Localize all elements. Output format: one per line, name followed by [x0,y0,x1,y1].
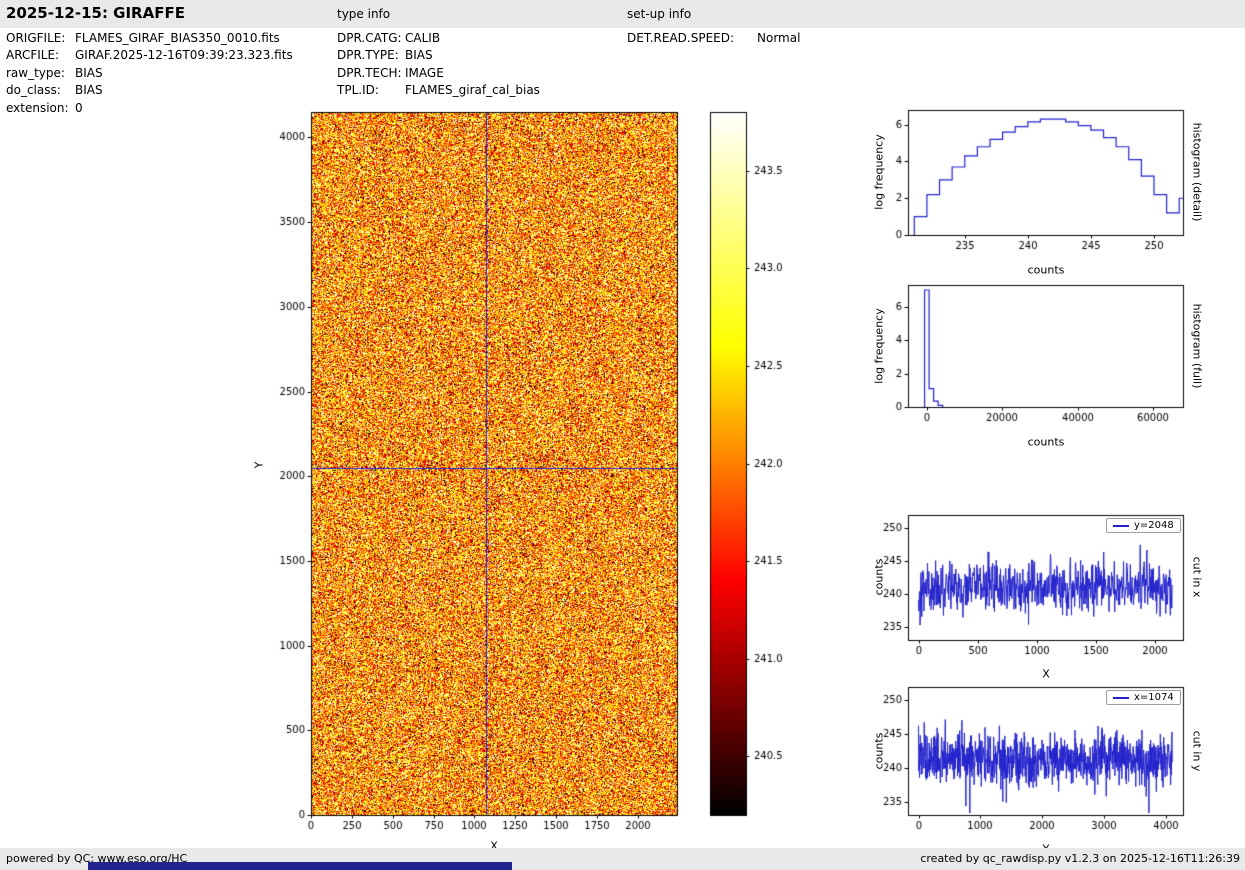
hist-full-y-label: log frequency [872,308,886,384]
cut-in-x-canvas [860,510,1245,685]
type-info-row: DPR.CATG: CALIB [337,31,622,48]
page-title: 2025-12-15: GIRAFFE [6,4,185,22]
file-info-row: do_class: BIAS [6,83,331,100]
type-info-row: TPL.ID: FLAMES_giraf_cal_bias [337,83,622,100]
field-label: DPR.TECH: [337,65,402,80]
field-label: do_class: [6,83,61,98]
field-label: DPR.CATG: [337,31,402,45]
cut-x-y-label: counts [872,558,886,596]
field-label: ORIGFILE: [6,31,66,45]
field-value: FLAMES_giraf_cal_bias [405,83,540,98]
type-info-header: type info [337,7,391,21]
header-bar: 2025-12-15: GIRAFFE type info set-up inf… [0,0,1245,28]
histogram-detail-canvas [860,105,1245,285]
field-label: TPL.ID: [337,83,379,98]
field-label: DET.READ.SPEED: [627,31,735,45]
file-info-row: raw_type: BIAS [6,66,331,83]
field-value: CALIB [405,31,441,45]
hist-detail-x-label: counts [1027,263,1065,277]
setup-info-row: DET.READ.SPEED: Normal [627,31,927,48]
legend-line-sample [1113,696,1129,699]
type-info-block: DPR.CATG: CALIB DPR.TYPE: BIAS DPR.TECH:… [337,31,622,101]
field-value: GIRAF.2025-12-16T09:39:23.323.fits [75,48,293,63]
field-value: Normal [757,31,801,45]
raw-image-figure: Y X [230,105,810,867]
main-y-axis-label: Y [252,461,266,469]
cut-x-legend: y=2048 [1106,518,1181,533]
cut-y-legend: x=1074 [1106,690,1181,705]
raw-image-canvas [230,105,810,867]
field-value: IMAGE [405,65,444,80]
file-info-row: ARCFILE: GIRAF.2025-12-16T09:39:23.323.f… [6,48,331,65]
cut-in-y-figure: counts cut in y Y x=1074 [860,683,1245,870]
hist-full-x-label: counts [1027,435,1065,449]
cut-in-y-canvas [860,683,1245,870]
cut-in-x-figure: counts cut in x X y=2048 [860,510,1245,685]
field-label: DPR.TYPE: [337,48,399,63]
field-label: raw_type: [6,65,65,80]
legend-line-sample [1113,524,1129,527]
type-info-row: DPR.TECH: IMAGE [337,66,622,83]
field-label: extension: [6,100,69,115]
cut-y-y-label: counts [872,732,886,770]
bottom-accent-bar [88,862,512,870]
field-value: FLAMES_GIRAF_BIAS350_0010.fits [75,31,280,45]
cut-y-legend-label: x=1074 [1134,692,1174,703]
type-info-row: DPR.TYPE: BIAS [337,48,622,65]
histogram-detail-figure: log frequency histogram (detail) counts [860,105,1245,285]
field-value: 0 [75,100,83,115]
field-value: BIAS [75,65,103,80]
cut-x-legend-label: y=2048 [1134,520,1174,531]
hist-detail-side-label: histogram (detail) [1190,122,1204,222]
cut-y-side-label: cut in y [1190,730,1204,772]
field-value: BIAS [75,83,103,98]
file-info-row: ORIGFILE: FLAMES_GIRAF_BIAS350_0010.fits [6,31,331,48]
hist-full-side-label: histogram (full) [1190,303,1204,389]
histogram-full-figure: log frequency histogram (full) counts [860,282,1245,462]
setup-info-header: set-up info [627,7,692,21]
footer-created-by: created by qc_rawdisp.py v1.2.3 on 2025-… [920,852,1240,865]
cut-x-x-label: X [1042,667,1050,681]
setup-info-block: DET.READ.SPEED: Normal [627,31,927,48]
field-label: ARCFILE: [6,48,60,63]
hist-detail-y-label: log frequency [872,134,886,210]
cut-x-side-label: cut in x [1190,556,1204,598]
field-value: BIAS [405,48,433,63]
